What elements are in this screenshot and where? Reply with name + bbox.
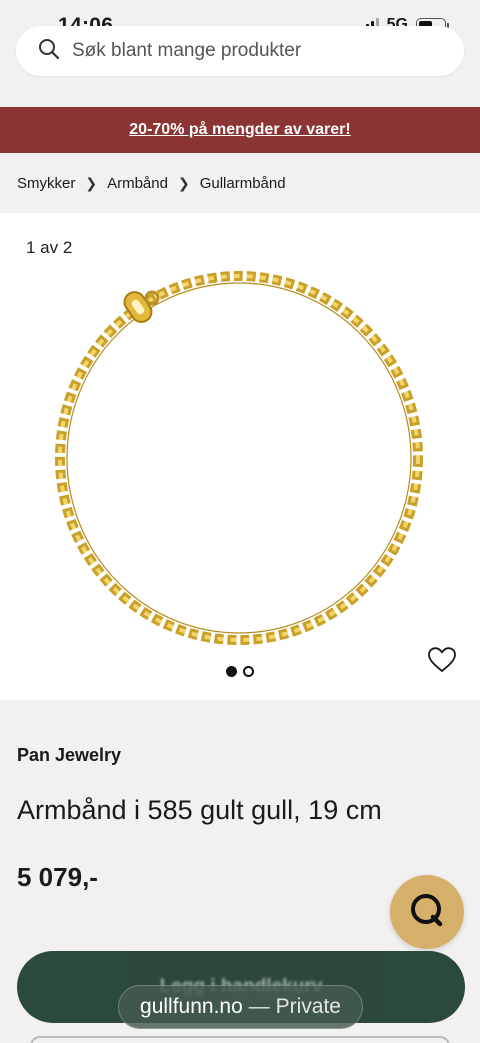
gallery-pagination: [226, 666, 254, 677]
chevron-right-icon: ❯: [85, 174, 98, 191]
product-price: 5 079,-: [17, 862, 98, 892]
chat-button[interactable]: [390, 875, 464, 949]
browser-url-pill[interactable]: gullfunn.no — Private: [118, 985, 363, 1029]
url-domain: gullfunn.no: [140, 995, 243, 1018]
gallery-counter: 1 av 2: [26, 238, 73, 257]
search-icon: [38, 38, 60, 65]
chevron-right-icon: ❯: [177, 174, 190, 191]
pagination-dot-1[interactable]: [226, 666, 237, 677]
url-private-label: — Private: [248, 995, 341, 1018]
search-input[interactable]: [72, 40, 432, 62]
product-title: Armbånd i 585 gult gull, 19 cm: [17, 795, 382, 825]
product-image[interactable]: [40, 263, 440, 653]
secondary-button[interactable]: [30, 1036, 450, 1043]
search-bar[interactable]: [16, 26, 464, 76]
breadcrumb-item-gullarmband[interactable]: Gullarmbånd: [200, 175, 286, 192]
promo-banner[interactable]: 20-70% på mengder av varer!: [0, 107, 480, 153]
breadcrumb: Smykker ❯ Armbånd ❯ Gullarmbånd: [17, 172, 286, 194]
breadcrumb-item-armband[interactable]: Armbånd: [107, 175, 168, 192]
breadcrumb-item-smykker[interactable]: Smykker: [17, 175, 75, 192]
chat-icon: [407, 890, 447, 935]
product-gallery[interactable]: 1 av 2: [0, 213, 480, 700]
heart-icon[interactable]: [428, 647, 456, 673]
pagination-dot-2[interactable]: [243, 666, 254, 677]
promo-link[interactable]: 20-70% på mengder av varer!: [129, 121, 350, 139]
product-brand[interactable]: Pan Jewelry: [17, 745, 121, 766]
